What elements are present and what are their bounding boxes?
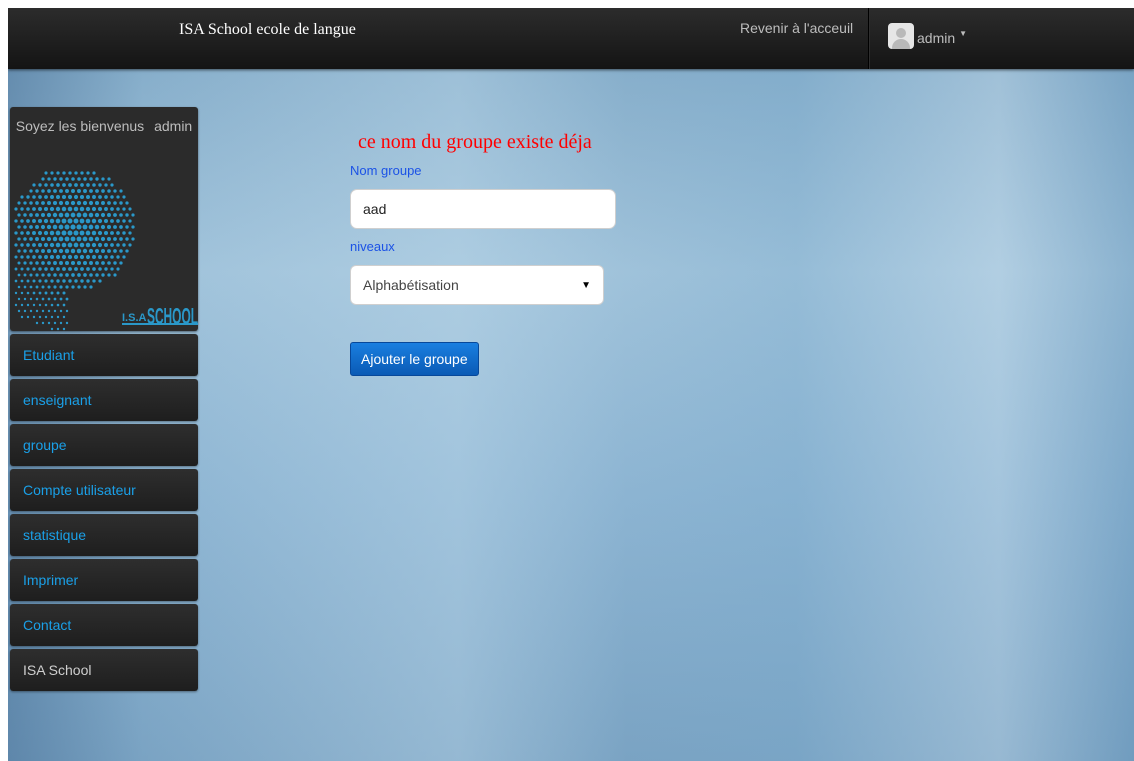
- welcome-text: Soyez les bienvenus admin: [10, 118, 198, 134]
- brand-title[interactable]: ISA School ecole de langue: [179, 21, 356, 39]
- welcome-message: Soyez les bienvenus: [15, 118, 145, 134]
- user-menu[interactable]: admin ▼: [888, 21, 967, 51]
- sidebar-item-enseignant[interactable]: enseignant: [10, 379, 198, 421]
- caret-down-icon: ▼: [959, 28, 968, 38]
- sidebar-item-statistique[interactable]: statistique: [10, 514, 198, 556]
- select-arrow-icon: ▼: [581, 279, 591, 291]
- isa-school-logo: I.S.A SCHOOL: [14, 171, 198, 331]
- svg-text:I.S.A: I.S.A: [122, 312, 147, 324]
- sidebar: Soyez les bienvenus admin I.S.A SCHOOL E…: [10, 107, 198, 691]
- nav-divider: [868, 8, 870, 69]
- group-name-input[interactable]: aad: [350, 189, 616, 229]
- sidebar-item-isa-school[interactable]: ISA School: [10, 649, 198, 691]
- page-frame: ISA School ecole de langue Revenir à l'a…: [8, 8, 1134, 761]
- level-selected-value: Alphabétisation: [363, 277, 459, 293]
- top-navbar: ISA School ecole de langue Revenir à l'a…: [8, 8, 1134, 69]
- level-label: niveaux: [350, 239, 395, 254]
- user-name: admin: [917, 29, 956, 46]
- sidebar-item-imprimer[interactable]: Imprimer: [10, 559, 198, 601]
- group-name-label: Nom groupe: [350, 163, 422, 178]
- svg-text:SCHOOL: SCHOOL: [147, 303, 198, 329]
- user-avatar-icon: [888, 23, 914, 49]
- sidebar-item-contact[interactable]: Contact: [10, 604, 198, 646]
- welcome-panel: Soyez les bienvenus admin I.S.A SCHOOL: [10, 107, 198, 331]
- error-message: ce nom du groupe existe déja: [358, 131, 592, 153]
- home-link[interactable]: Revenir à l'acceuil: [740, 20, 853, 36]
- sidebar-item-etudiant[interactable]: Etudiant: [10, 334, 198, 376]
- sidebar-item-compte-utilisateur[interactable]: Compte utilisateur: [10, 469, 198, 511]
- level-select[interactable]: Alphabétisation ▼: [350, 265, 604, 305]
- welcome-user: admin: [154, 118, 193, 134]
- add-group-button[interactable]: Ajouter le groupe: [350, 342, 479, 376]
- sidebar-item-groupe[interactable]: groupe: [10, 424, 198, 466]
